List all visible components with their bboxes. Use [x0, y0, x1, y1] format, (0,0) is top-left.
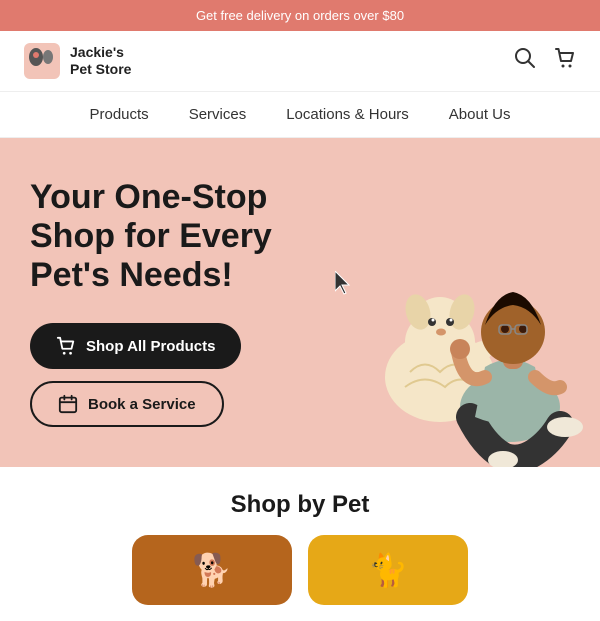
shop-by-pet-section: Shop by Pet 🐕 🐈 [0, 467, 600, 621]
nav-item-services[interactable]: Services [189, 106, 247, 123]
logo-icon [24, 43, 60, 79]
hero-title: Your One-Stop Shop for Every Pet's Needs… [30, 178, 327, 295]
book-service-button[interactable]: Book a Service [30, 381, 224, 427]
hero-section: Your One-Stop Shop for Every Pet's Needs… [0, 138, 600, 467]
main-nav: Products Services Locations & Hours Abou… [0, 92, 600, 138]
pet-cards: 🐕 🐈 [24, 535, 576, 605]
hero-text-area: Your One-Stop Shop for Every Pet's Needs… [30, 178, 327, 427]
announcement-bar: Get free delivery on orders over $80 [0, 0, 600, 31]
dog-icon: 🐕 [192, 551, 232, 589]
search-icon[interactable] [514, 47, 536, 75]
announcement-text: Get free delivery on orders over $80 [196, 8, 404, 23]
logo[interactable]: Jackie's Pet Store [24, 43, 131, 79]
cart-icon[interactable] [554, 47, 576, 75]
header: Jackie's Pet Store [0, 31, 600, 92]
nav-item-products[interactable]: Products [89, 106, 148, 123]
pet-card-dog[interactable]: 🐕 [132, 535, 292, 605]
cursor-pointer [335, 271, 353, 295]
header-actions [514, 47, 576, 75]
person-dog-illustration [310, 177, 590, 467]
nav-item-locations[interactable]: Locations & Hours [286, 106, 409, 123]
shop-by-pet-title: Shop by Pet [24, 491, 576, 519]
shop-all-products-button[interactable]: Shop All Products [30, 323, 241, 369]
cart-button-icon [56, 336, 76, 356]
logo-text: Jackie's Pet Store [70, 44, 131, 78]
hero-buttons: Shop All Products Book a Service [30, 323, 327, 427]
pet-card-cat[interactable]: 🐈 [308, 535, 468, 605]
nav-item-about[interactable]: About Us [449, 106, 511, 123]
cat-icon: 🐈 [368, 551, 408, 589]
calendar-button-icon [58, 394, 78, 414]
